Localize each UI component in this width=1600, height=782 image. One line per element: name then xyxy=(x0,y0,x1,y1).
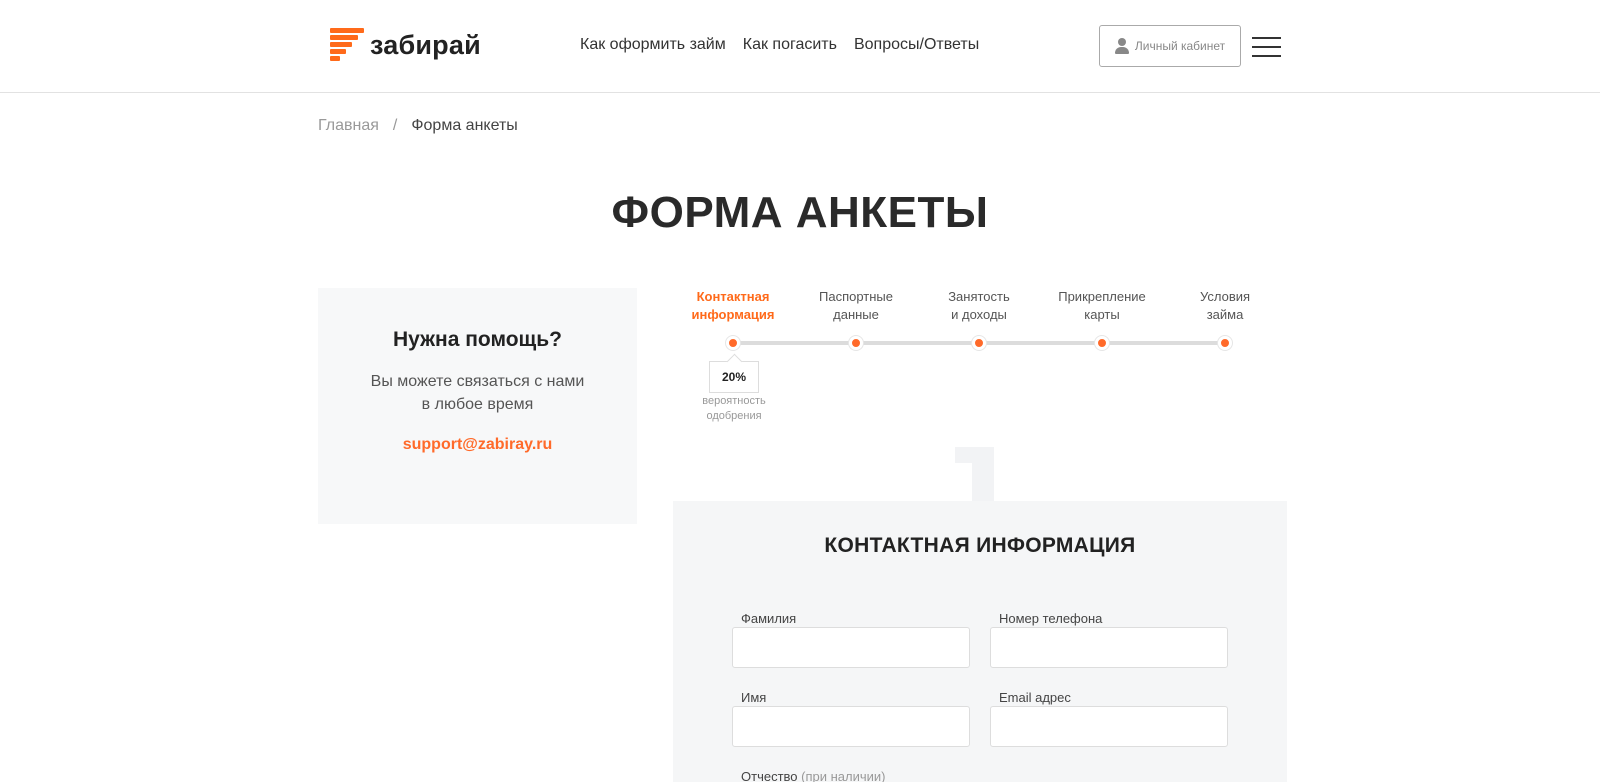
form-title: КОНТАКТНАЯ ИНФОРМАЦИЯ xyxy=(824,534,1136,557)
page-title: ФОРМА АНКЕТЫ xyxy=(611,188,989,237)
step-label-line: информация xyxy=(691,307,775,322)
step-label-line: и доходы xyxy=(951,307,1007,322)
main-nav: Как оформить займ Как погасить Вопросы/О… xyxy=(580,36,979,54)
last-name-label: Фамилия xyxy=(741,611,797,626)
logo-icon xyxy=(330,28,364,61)
step-passport-data[interactable]: Паспортные данные xyxy=(791,288,921,324)
user-icon xyxy=(1114,38,1129,54)
logo-text: забирай xyxy=(370,29,481,60)
step-label-line: Прикрепление xyxy=(1058,289,1146,304)
step-loan-terms[interactable]: Условия займа xyxy=(1160,288,1290,324)
breadcrumb-home[interactable]: Главная xyxy=(318,117,379,135)
step-number-decoration xyxy=(955,447,995,503)
help-title: Нужна помощь? xyxy=(393,328,562,351)
step-dot[interactable] xyxy=(849,336,863,350)
approval-probability-badge: 20% xyxy=(709,361,759,393)
step-dot[interactable] xyxy=(726,336,740,350)
phone-input[interactable] xyxy=(990,627,1228,668)
first-name-label: Имя xyxy=(741,690,767,705)
approval-probability-value: 20% xyxy=(721,370,747,384)
site-header: забирай Как оформить займ Как погасить В… xyxy=(0,0,1600,93)
nav-faq[interactable]: Вопросы/Ответы xyxy=(854,36,979,54)
step-label-line: Контактная xyxy=(696,289,770,304)
nav-how-to-apply[interactable]: Как оформить займ xyxy=(580,36,726,54)
step-card-binding[interactable]: Прикрепление карты xyxy=(1037,288,1167,324)
help-text-line: Вы можете связаться с нами xyxy=(370,373,585,390)
step-dot[interactable] xyxy=(1218,336,1232,350)
approval-caption-line: вероятность xyxy=(702,395,766,407)
first-name-input[interactable] xyxy=(732,706,970,747)
step-label-line: Условия xyxy=(1199,289,1251,304)
help-text-line: в любое время xyxy=(421,396,534,413)
middle-name-hint: (при наличии) xyxy=(801,769,886,782)
logo[interactable]: забирай xyxy=(330,28,481,61)
step-dot[interactable] xyxy=(1095,336,1109,350)
middle-name-label: Отчество (при наличии) xyxy=(741,769,886,782)
step-employment-income[interactable]: Занятость и доходы xyxy=(914,288,1044,324)
contact-info-form: КОНТАКТНАЯ ИНФОРМАЦИЯ Фамилия Номер теле… xyxy=(673,501,1287,782)
last-name-input[interactable] xyxy=(732,627,970,668)
step-label-line: Паспортные xyxy=(819,289,893,304)
email-input[interactable] xyxy=(990,706,1228,747)
phone-label: Номер телефона xyxy=(999,611,1103,626)
step-dot[interactable] xyxy=(972,336,986,350)
hamburger-menu-icon[interactable] xyxy=(1252,37,1281,57)
approval-caption-line: одобрения xyxy=(706,410,762,422)
personal-cabinet-button[interactable]: Личный кабинет xyxy=(1099,25,1241,67)
support-email-link[interactable]: support@zabiray.ru xyxy=(403,436,553,454)
middle-name-label-text: Отчество xyxy=(741,769,798,782)
nav-how-to-repay[interactable]: Как погасить xyxy=(743,36,837,54)
breadcrumb-separator: / xyxy=(392,117,398,134)
approval-probability-caption: вероятность одобрения xyxy=(694,394,774,424)
help-box: Нужна помощь? Вы можете связаться с нами… xyxy=(318,288,637,524)
step-label-line: данные xyxy=(833,307,879,322)
step-label-line: карты xyxy=(1084,307,1120,322)
personal-cabinet-label: Личный кабинет xyxy=(1134,39,1226,53)
step-label-line: Занятость xyxy=(948,289,1010,304)
help-text: Вы можете связаться с нами в любое время xyxy=(318,370,637,416)
email-label: Email адрес xyxy=(999,690,1071,705)
breadcrumb: Главная / Форма анкеты xyxy=(318,117,518,135)
step-contact-info[interactable]: Контактная информация xyxy=(668,288,798,324)
step-label-line: займа xyxy=(1206,307,1244,322)
breadcrumb-current: Форма анкеты xyxy=(411,117,518,134)
